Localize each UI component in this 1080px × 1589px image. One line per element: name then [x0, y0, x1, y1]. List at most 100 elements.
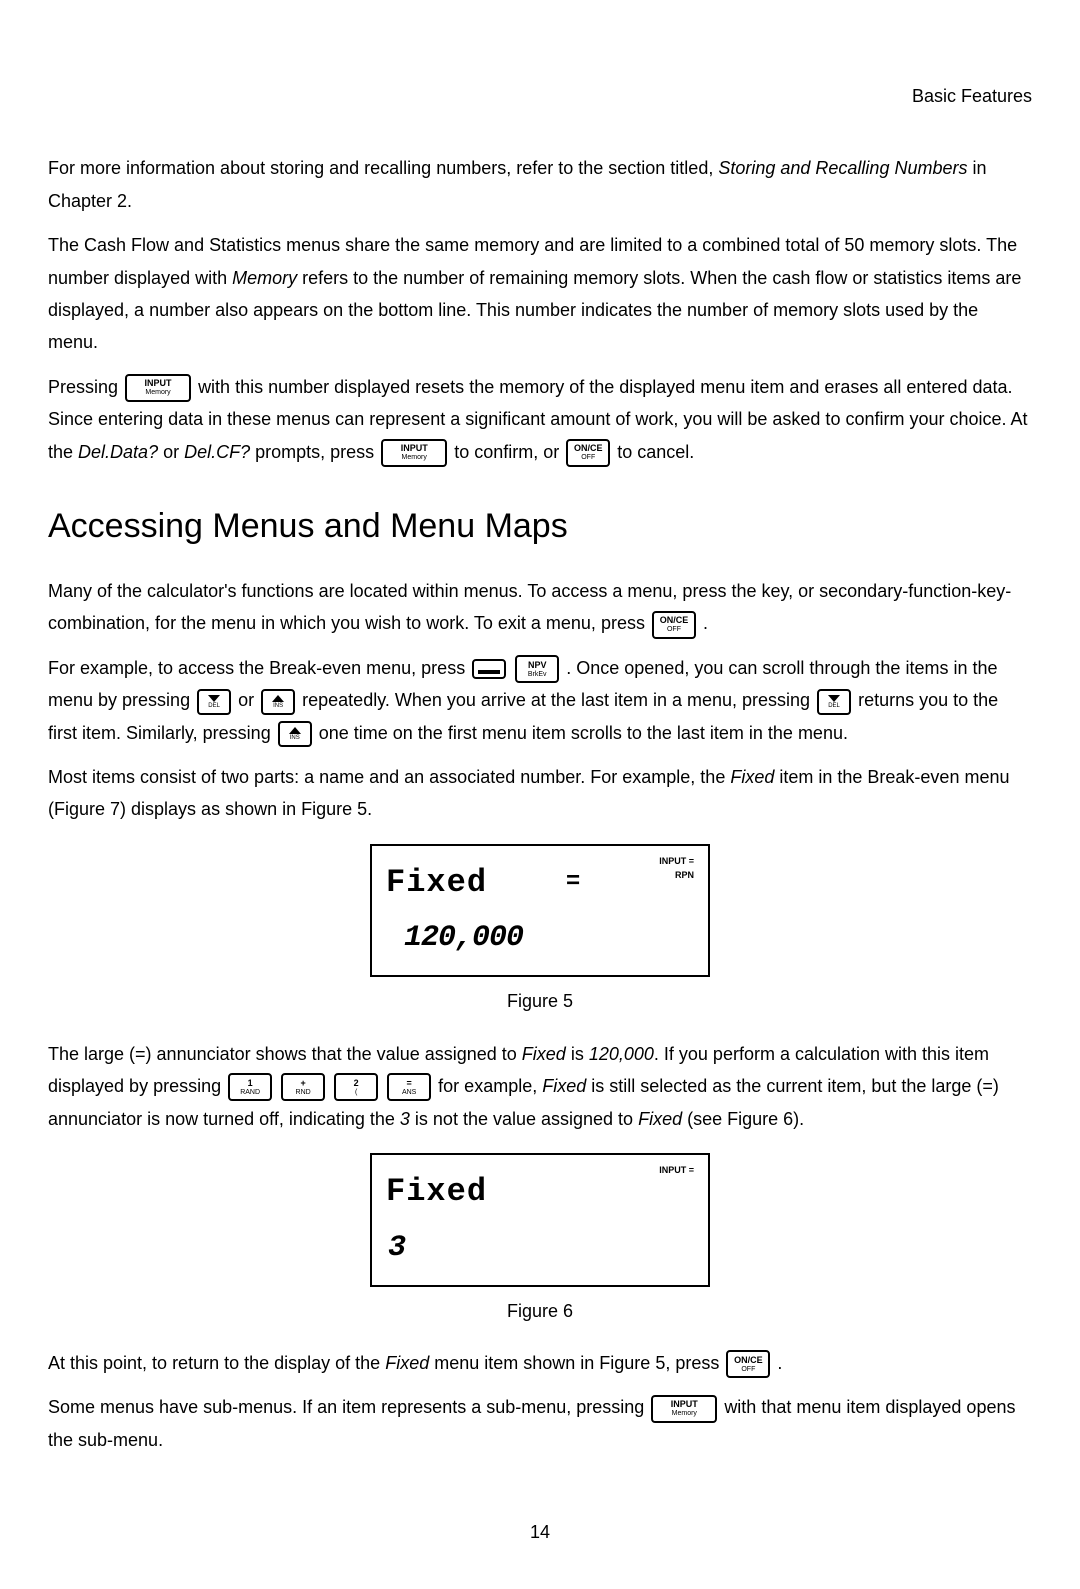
key-bottom-label: Memory	[145, 389, 170, 396]
paragraph-9: Some menus have sub-menus. If an item re…	[48, 1391, 1032, 1456]
key-bottom-label: OFF	[581, 454, 595, 461]
up-arrow-icon	[272, 695, 284, 702]
lcd-item-name: Fixed	[386, 1163, 487, 1221]
down-arrow-icon	[828, 695, 840, 702]
text: (see Figure 6).	[682, 1109, 804, 1129]
term-memory: Memory	[232, 268, 297, 288]
lcd-annunciator-input: INPUT =	[659, 1163, 694, 1177]
text: .	[777, 1353, 782, 1373]
prompt-deldata: Del.Data?	[78, 442, 158, 462]
lcd-equals-annunciator: =	[566, 861, 580, 904]
text: Most items consist of two parts: a name …	[48, 767, 730, 787]
key-top-label: INPUT	[401, 444, 428, 453]
key-on-ce: ON/CE OFF	[652, 611, 696, 639]
prompt-delcf: Del.CF?	[184, 442, 250, 462]
key-sublabel: INS	[290, 735, 300, 741]
key-top-label: INPUT	[145, 379, 172, 388]
key-bottom-label: OFF	[667, 626, 681, 633]
text: The large (=) annunciator shows that the…	[48, 1044, 522, 1064]
heading-accessing-menus: Accessing Menus and Menu Maps	[48, 496, 1032, 557]
paragraph-7: The large (=) annunciator shows that the…	[48, 1038, 1032, 1135]
key-sublabel: DEL	[208, 703, 220, 709]
key-on-ce: ON/CE OFF	[726, 1350, 770, 1378]
key-top-label: ON/CE	[734, 1356, 763, 1365]
text: or	[238, 690, 254, 710]
key-up-arrow: INS	[261, 689, 295, 715]
key-top-label: ON/CE	[660, 616, 689, 625]
key-bottom-label: OFF	[741, 1366, 755, 1373]
paragraph-3: Pressing INPUT Memory with this number d…	[48, 371, 1032, 468]
term-fixed: Fixed	[522, 1044, 566, 1064]
key-on-ce: ON/CE OFF	[566, 439, 610, 467]
lcd-figure-5: Fixed = INPUT = RPN 120,000	[370, 844, 710, 978]
down-arrow-icon	[208, 695, 220, 702]
key-bottom-label: (	[355, 1089, 357, 1096]
lcd-value: 120,000	[404, 911, 694, 965]
key-shift	[472, 659, 506, 679]
key-top-label: INPUT	[671, 1400, 698, 1409]
section-header: Basic Features	[48, 80, 1032, 112]
key-npv-brkev: NPV BrkEv	[515, 655, 559, 683]
text: .	[703, 613, 708, 633]
key-top-label: 2	[354, 1079, 359, 1088]
value-3: 3	[400, 1109, 410, 1129]
text: for example,	[438, 1076, 542, 1096]
text: to confirm, or	[454, 442, 564, 462]
text: is	[566, 1044, 589, 1064]
lcd-annunciator-input: INPUT =	[659, 854, 694, 868]
key-top-label: 1	[248, 1079, 253, 1088]
text: Many of the calculator's functions are l…	[48, 581, 1011, 633]
figure-6-caption: Figure 6	[48, 1295, 1032, 1327]
key-1: 1 RAND	[228, 1073, 272, 1101]
term-fixed: Fixed	[385, 1353, 429, 1373]
text: prompts, press	[255, 442, 379, 462]
key-2: 2 (	[334, 1073, 378, 1101]
lcd-annunciator-rpn: RPN	[659, 868, 694, 882]
key-plus: + RND	[281, 1073, 325, 1101]
key-input: INPUT Memory	[381, 439, 447, 467]
key-equals: = ANS	[387, 1073, 431, 1101]
text: to cancel.	[617, 442, 694, 462]
text: For more information about storing and r…	[48, 158, 718, 178]
term-fixed: Fixed	[730, 767, 774, 787]
paragraph-8: At this point, to return to the display …	[48, 1347, 1032, 1379]
key-bottom-label: RAND	[240, 1089, 260, 1096]
key-top-label: +	[300, 1079, 305, 1088]
figure-5-caption: Figure 5	[48, 985, 1032, 1017]
value-120000: 120,000	[589, 1044, 654, 1064]
key-input: INPUT Memory	[125, 374, 191, 402]
up-arrow-icon	[289, 727, 301, 734]
paragraph-6: Most items consist of two parts: a name …	[48, 761, 1032, 826]
paragraph-4: Many of the calculator's functions are l…	[48, 575, 1032, 640]
paragraph-5: For example, to access the Break-even me…	[48, 652, 1032, 749]
text: For example, to access the Break-even me…	[48, 658, 470, 678]
lcd-annunciators: INPUT =	[659, 1163, 694, 1177]
key-sublabel: DEL	[828, 703, 840, 709]
paragraph-1: For more information about storing and r…	[48, 152, 1032, 217]
text: one time on the first menu item scrolls …	[319, 723, 848, 743]
text: menu item shown in Figure 5, press	[429, 1353, 724, 1373]
text: is not the value assigned to	[410, 1109, 638, 1129]
text: At this point, to return to the display …	[48, 1353, 385, 1373]
lcd-figure-6: Fixed INPUT = 3	[370, 1153, 710, 1287]
text: or	[163, 442, 184, 462]
key-bottom-label: Memory	[402, 454, 427, 461]
page-number: 14	[48, 1516, 1032, 1548]
paragraph-2: The Cash Flow and Statistics menus share…	[48, 229, 1032, 359]
key-bottom-label: Memory	[672, 1410, 697, 1417]
key-top-label: =	[407, 1079, 412, 1088]
text: Some menus have sub-menus. If an item re…	[48, 1397, 649, 1417]
term-fixed: Fixed	[542, 1076, 586, 1096]
key-top-label: NPV	[528, 661, 547, 670]
key-bottom-label: RND	[296, 1089, 311, 1096]
key-bottom-label: BrkEv	[528, 671, 547, 678]
key-top-label: ON/CE	[574, 444, 603, 453]
lcd-item-name: Fixed	[386, 854, 487, 912]
key-input: INPUT Memory	[651, 1395, 717, 1423]
text: repeatedly. When you arrive at the last …	[302, 690, 815, 710]
key-sublabel: INS	[273, 703, 283, 709]
key-bottom-label: ANS	[402, 1089, 416, 1096]
term-fixed: Fixed	[638, 1109, 682, 1129]
text: Pressing	[48, 377, 123, 397]
lcd-value: 3	[388, 1221, 694, 1275]
